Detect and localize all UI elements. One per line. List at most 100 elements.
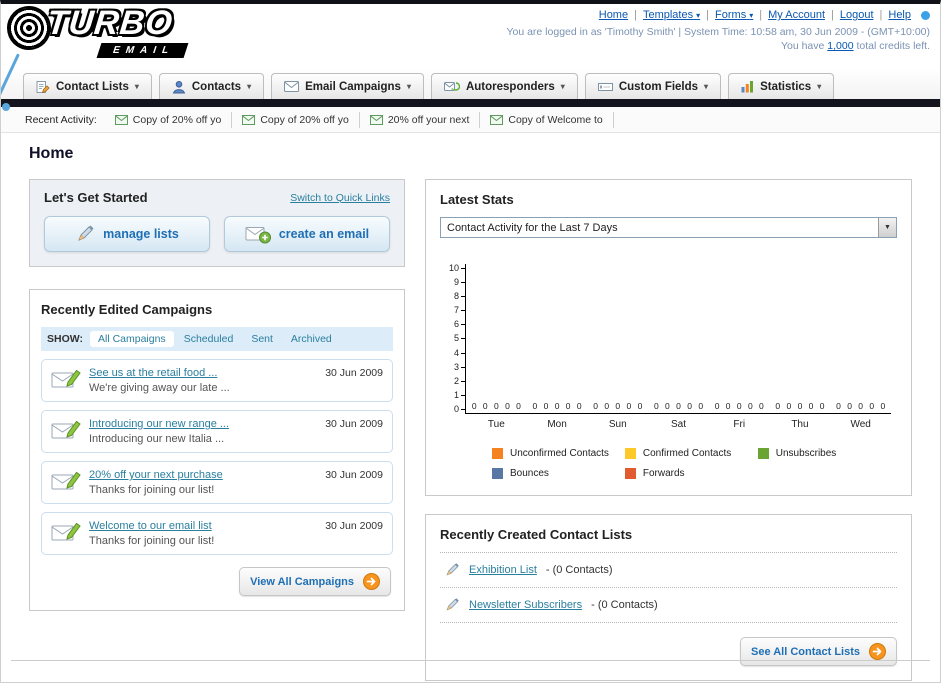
credits-value-link[interactable]: 1,000: [827, 40, 853, 52]
manage-lists-label: manage lists: [103, 227, 179, 241]
switch-quick-links-link[interactable]: Switch to Quick Links: [290, 192, 390, 204]
campaign-list-item[interactable]: See us at the retail food ... We're givi…: [41, 359, 393, 402]
campaign-filter-bar: SHOW: All Campaigns Scheduled Sent Archi…: [41, 327, 393, 351]
legend-swatch: [757, 448, 769, 459]
legend-swatch: [624, 468, 636, 479]
stats-period-select[interactable]: Contact Activity for the Last 7 Days ▼: [440, 217, 897, 238]
filter-all-campaigns[interactable]: All Campaigns: [89, 331, 174, 347]
campaign-list-item[interactable]: Introducing our new range ... Introducin…: [41, 410, 393, 453]
create-email-button[interactable]: create an email: [224, 216, 390, 252]
chart-y-tick-label: 9: [454, 278, 465, 287]
tab-label: Contact Lists: [56, 80, 129, 93]
tab-contact-lists[interactable]: Contact Lists ▾: [23, 73, 152, 99]
campaign-date: 30 Jun 2009: [325, 469, 383, 481]
recent-activity-item[interactable]: Copy of 20% off yo: [105, 111, 233, 128]
chart-value-group: 0 0 0 0 0: [593, 401, 643, 411]
nav-my-account[interactable]: My Account: [762, 9, 831, 21]
legend-swatch: [624, 448, 636, 459]
chevron-down-icon: ▾: [749, 11, 754, 20]
manage-lists-button[interactable]: manage lists: [44, 216, 210, 252]
tab-autoresponders[interactable]: Autoresponders ▾: [430, 73, 578, 99]
pencil-icon: [444, 562, 460, 578]
envelope-refresh-icon: [443, 81, 460, 93]
contact-list-name-link[interactable]: Exhibition List: [469, 564, 537, 576]
legend-item: Confirmed Contacts: [624, 448, 758, 459]
filter-scheduled[interactable]: Scheduled: [176, 331, 242, 347]
latest-stats-title: Latest Stats: [440, 192, 514, 207]
chart-y-tick-label: 6: [454, 320, 465, 329]
envelope-icon: [284, 81, 300, 92]
legend-item: Forwards: [624, 468, 758, 479]
main-nav-tabbar: Contact Lists ▾ Contacts ▾ Email Campaig…: [1, 68, 940, 99]
chart-y-tick-label: 0: [454, 404, 465, 414]
logo-subtitle: EMAIL: [96, 43, 189, 58]
tab-label: Statistics: [760, 80, 812, 93]
chevron-down-icon: ▾: [560, 82, 565, 91]
recently-edited-campaigns-panel: Recently Edited Campaigns SHOW: All Camp…: [29, 289, 405, 611]
create-email-label: create an email: [278, 227, 370, 241]
envelope-pencil-icon: [51, 520, 81, 544]
recent-activity-item[interactable]: Copy of 20% off yo: [232, 111, 360, 128]
chart-x-label: Thu: [791, 419, 809, 430]
chart-plot: 0 0 0 0 0 0 0 0 0 0 0 0 0 0 0 0 0 0 0 0 0 0 …: [465, 264, 891, 414]
person-icon: [172, 80, 186, 94]
chart-y-axis: 10 9 8 7 6 5 4 3 2 1 0: [446, 264, 465, 414]
chart-x-label: Tue: [487, 419, 505, 430]
chart-value-group: 0 0 0 0 0: [714, 401, 764, 411]
campaign-date: 30 Jun 2009: [325, 367, 383, 379]
campaign-date: 30 Jun 2009: [325, 520, 383, 532]
contact-list-item[interactable]: Newsletter Subscribers - (0 Contacts): [440, 588, 897, 623]
nav-templates[interactable]: Templates ▾: [637, 9, 706, 21]
nav-help[interactable]: Help: [882, 9, 917, 21]
filter-archived[interactable]: Archived: [283, 331, 340, 347]
nav-forms[interactable]: Forms ▾: [709, 9, 759, 21]
tab-statistics[interactable]: Statistics ▾: [728, 73, 835, 99]
campaign-info: Welcome to our email list Thanks for joi…: [89, 520, 317, 547]
chevron-down-icon: ▾: [247, 82, 252, 91]
campaign-title-link[interactable]: 20% off your next purchase: [89, 469, 317, 481]
campaign-list-item[interactable]: Welcome to our email list Thanks for joi…: [41, 512, 393, 555]
app-logo[interactable]: TURBO EMAIL: [2, 4, 189, 58]
envelope-icon: [490, 114, 504, 125]
contact-list-name-link[interactable]: Newsletter Subscribers: [469, 599, 582, 611]
envelope-icon: [369, 114, 383, 125]
left-column: Let's Get Started Switch to Quick Links …: [29, 179, 405, 611]
app-window: TURBO EMAIL Home | Templates ▾ | Forms ▾ | …: [0, 0, 941, 683]
credits-suffix: total credits left.: [853, 40, 930, 52]
campaign-list-item[interactable]: 20% off your next purchase Thanks for jo…: [41, 461, 393, 504]
tab-custom-fields[interactable]: Custom Fields ▾: [584, 73, 722, 99]
recent-activity-text: Copy of 20% off yo: [132, 113, 222, 126]
chart-value-group: 0 0 0 0 0: [775, 401, 825, 411]
top-nav: Home | Templates ▾ | Forms ▾ | My Account | …: [506, 9, 930, 21]
campaign-subtitle: We're giving away our late ...: [89, 382, 230, 394]
chart-y-tick-label: 3: [454, 362, 465, 372]
campaign-title-link[interactable]: Introducing our new range ...: [89, 418, 317, 430]
tab-email-campaigns[interactable]: Email Campaigns ▾: [271, 73, 424, 99]
get-started-panel: Let's Get Started Switch to Quick Links …: [29, 179, 405, 267]
recent-activity-item[interactable]: 20% off your next: [360, 111, 481, 128]
tab-label: Email Campaigns: [305, 80, 401, 93]
view-all-campaigns-button[interactable]: View All Campaigns: [239, 567, 391, 596]
chart-value-group: 0 0 0 0 0: [471, 401, 521, 411]
campaign-date: 30 Jun 2009: [325, 418, 383, 430]
contact-list-item[interactable]: Exhibition List - (0 Contacts): [440, 553, 897, 588]
campaign-title-link[interactable]: See us at the retail food ...: [89, 367, 317, 379]
nav-forms-label: Forms: [715, 9, 747, 21]
see-all-contact-lists-button[interactable]: See All Contact Lists: [739, 637, 897, 666]
filter-sent[interactable]: Sent: [243, 331, 281, 347]
contact-list-count: - (0 Contacts): [545, 564, 613, 576]
nav-home[interactable]: Home: [593, 9, 634, 21]
tab-contacts[interactable]: Contacts ▾: [158, 73, 265, 99]
recent-activity-text: Copy of Welcome to: [508, 113, 603, 126]
recent-activity-item[interactable]: Copy of Welcome to: [480, 111, 614, 128]
chart-x-label: Sat: [671, 419, 687, 430]
campaign-title-link[interactable]: Welcome to our email list: [89, 520, 317, 532]
arrow-right-circle-icon: [869, 643, 886, 660]
nav-dark-bar: [1, 99, 940, 107]
chevron-down-icon: ▾: [134, 82, 139, 91]
chart-x-label: Wed: [850, 419, 871, 430]
legend-label: Unsubscribes: [775, 448, 837, 459]
contact-lists-list: Exhibition List - (0 Contacts) Newslette…: [440, 552, 897, 623]
nav-logout[interactable]: Logout: [834, 9, 880, 21]
campaign-subtitle: Thanks for joining our list!: [89, 535, 215, 547]
